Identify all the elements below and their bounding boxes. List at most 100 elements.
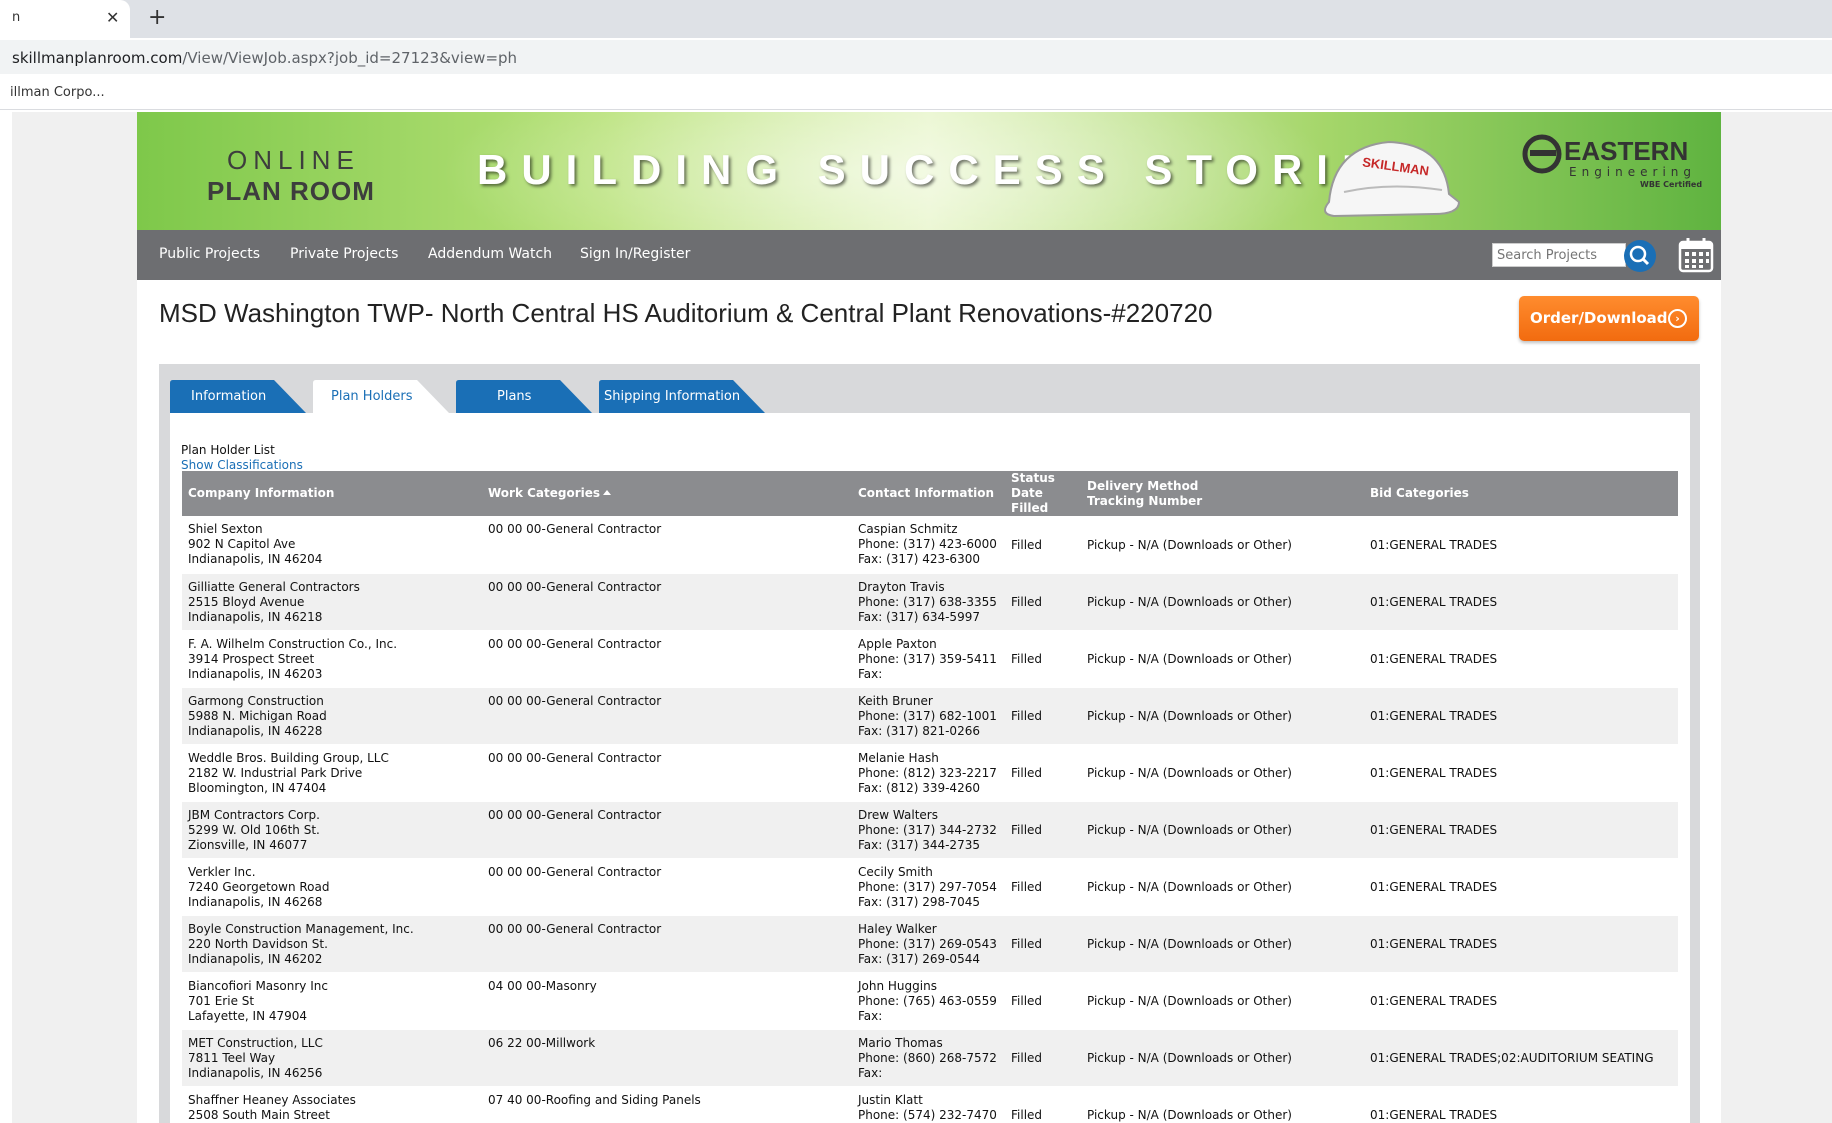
nav-private-projects[interactable]: Private Projects [290,246,398,262]
nav-addendum-watch[interactable]: Addendum Watch [428,246,552,262]
eastern-name: EASTERN [1564,136,1689,166]
order-download-button[interactable]: Order/Download › [1519,296,1699,341]
status-value: Filled [1011,652,1043,666]
status-value: Filled [1011,880,1043,894]
contact-line: Fax: (317) 634-5997 [858,609,980,624]
cell-work: 04 00 00-Masonry [482,972,852,1030]
cell-work: 00 00 00-General Contractor [482,687,852,745]
bookmark-item[interactable]: illman Corpo... [10,85,105,100]
bid-value: 01:GENERAL TRADES [1370,595,1498,609]
header-label: Tracking Number [1087,493,1203,508]
show-classifications-link[interactable]: Show Classifications [181,458,303,472]
web-page: ONLINE PLAN ROOM BUILDING SUCCESS STORIE… [137,112,1721,1123]
company-line: Indianapolis, IN 46228 [188,723,323,738]
cell-company: Shaffner Heaney Associates 2508 South Mai… [182,1086,482,1123]
address-bar[interactable]: skillmanplanroom.com/View/ViewJob.aspx?j… [0,40,1832,74]
search-input[interactable] [1492,243,1626,267]
company-line: MET Construction, LLC [188,1035,323,1050]
contact-line: Phone: (812) 323-2217 [858,765,997,780]
plan-holders-table: Company Information Work Categories Cont… [182,471,1678,1123]
contact-line: Justin Klatt [858,1092,923,1107]
url-host: skillmanplanroom.com [12,49,183,67]
calendar-icon[interactable] [1677,236,1715,274]
work-value: 00 00 00-General Contractor [488,636,662,651]
delivery-value: Pickup - N/A (Downloads or Other) [1087,766,1292,780]
delivery-value: Pickup - N/A (Downloads or Other) [1087,880,1292,894]
order-download-label: Order/Download [1530,309,1668,327]
col-bid-categories[interactable]: Bid Categories [1364,471,1678,516]
table-row: Boyle Construction Management, Inc. 220 N… [182,915,1678,973]
table-row: Garmong Construction 5988 N. Michigan Roa… [182,687,1678,745]
work-value: 07 40 00-Roofing and Siding Panels [488,1092,701,1107]
status-value: Filled [1011,994,1043,1008]
contact-line: Mario Thomas [858,1035,943,1050]
col-status[interactable]: Status Date Filled [1005,471,1081,516]
company-line: Verkler Inc. [188,864,256,879]
tab-label: Plans [497,389,532,404]
status-value: Filled [1011,595,1043,609]
cell-status: Filled [1005,687,1081,745]
url-text[interactable]: skillmanplanroom.com/View/ViewJob.aspx?j… [12,49,517,67]
contact-line: Fax: [858,666,883,681]
cell-work: 07 40 00-Roofing and Siding Panels [482,1086,852,1123]
nav-sign-in-register[interactable]: Sign In/Register [580,246,690,262]
contact-line: Fax: (317) 269-0544 [858,951,980,966]
status-value: Filled [1011,766,1043,780]
nav-public-projects[interactable]: Public Projects [159,246,260,262]
table-body: Shiel Sexton 902 N Capitol Ave Indianapoli… [182,516,1678,1123]
contact-line: Phone: (317) 269-0543 [858,936,997,951]
tab-plans[interactable]: Plans [456,380,592,413]
tab-information[interactable]: Information [170,380,306,413]
contact-line: Drayton Travis [858,579,945,594]
table-row: Verkler Inc. 7240 Georgetown Road Indianap… [182,858,1678,916]
col-contact-information[interactable]: Contact Information [852,471,1005,516]
work-value: 00 00 00-General Contractor [488,693,662,708]
status-value: Filled [1011,937,1043,951]
cell-company: Gilliatte General Contractors 2515 Bloyd … [182,573,482,631]
cell-contact: Haley Walker Phone: (317) 269-0543 Fax: (3… [852,915,1005,973]
cell-company: Boyle Construction Management, Inc. 220 N… [182,915,482,973]
contact-line: Phone: (317) 297-7054 [858,879,997,894]
company-line: 2182 W. Industrial Park Drive [188,765,363,780]
cell-delivery: Pickup - N/A (Downloads or Other) [1081,573,1364,631]
project-title: MSD Washington TWP- North Central HS Aud… [159,298,1213,328]
header-label: Company Information [188,486,335,500]
project-panel: Information Plan Holders Plans Shipping … [159,364,1700,1123]
cell-bid: 01:GENERAL TRADES [1364,630,1678,688]
cell-work: 00 00 00-General Contractor [482,801,852,859]
col-work-categories[interactable]: Work Categories [482,471,852,516]
contact-line: Phone: (317) 638-3355 [858,594,997,609]
cell-work: 00 00 00-General Contractor [482,915,852,973]
company-line: Zionsville, IN 46077 [188,837,308,852]
cell-delivery: Pickup - N/A (Downloads or Other) [1081,858,1364,916]
company-line: F. A. Wilhelm Construction Co., Inc. [188,636,398,651]
col-delivery-method[interactable]: Delivery Method Tracking Number [1081,471,1364,516]
plus-icon[interactable]: + [148,5,166,30]
contact-line: Fax: [858,1065,883,1080]
cell-company: JBM Contractors Corp. 5299 W. Old 106th S… [182,801,482,859]
hardhat-logo: SKILLMAN [1324,140,1461,218]
search-button[interactable] [1624,240,1656,272]
bid-value: 01:GENERAL TRADES;02:AUDITORIUM SEATING [1370,1051,1654,1065]
tab-plan-holders[interactable]: Plan Holders [313,380,449,413]
table-row: Biancofiori Masonry Inc 701 Erie St Lafaye… [182,972,1678,1030]
table-row: Weddle Bros. Building Group, LLC 2182 W. … [182,744,1678,802]
cell-company: Verkler Inc. 7240 Georgetown Road Indianap… [182,858,482,916]
company-line: Indianapolis, IN 46218 [188,609,323,624]
company-line: 701 Erie St [188,993,255,1008]
browser-tab[interactable]: n ✕ [0,0,130,38]
company-line: 5299 W. Old 106th St. [188,822,320,837]
delivery-value: Pickup - N/A (Downloads or Other) [1087,537,1292,552]
cell-delivery: Pickup - N/A (Downloads or Other) [1081,687,1364,745]
bid-value: 01:GENERAL TRADES [1370,766,1498,780]
company-line: 2515 Bloyd Avenue [188,594,305,609]
cell-status: Filled [1005,801,1081,859]
contact-line: Phone: (317) 682-1001 [858,708,997,723]
col-company-information[interactable]: Company Information [182,471,482,516]
delivery-value: Pickup - N/A (Downloads or Other) [1087,709,1292,723]
close-icon[interactable]: ✕ [106,8,119,27]
header-label: Date Filled [1011,486,1049,515]
delivery-value: Pickup - N/A (Downloads or Other) [1087,652,1292,666]
cell-company: MET Construction, LLC 7811 Teel Way Indian… [182,1029,482,1087]
tab-shipping-information[interactable]: Shipping Information [599,380,765,413]
